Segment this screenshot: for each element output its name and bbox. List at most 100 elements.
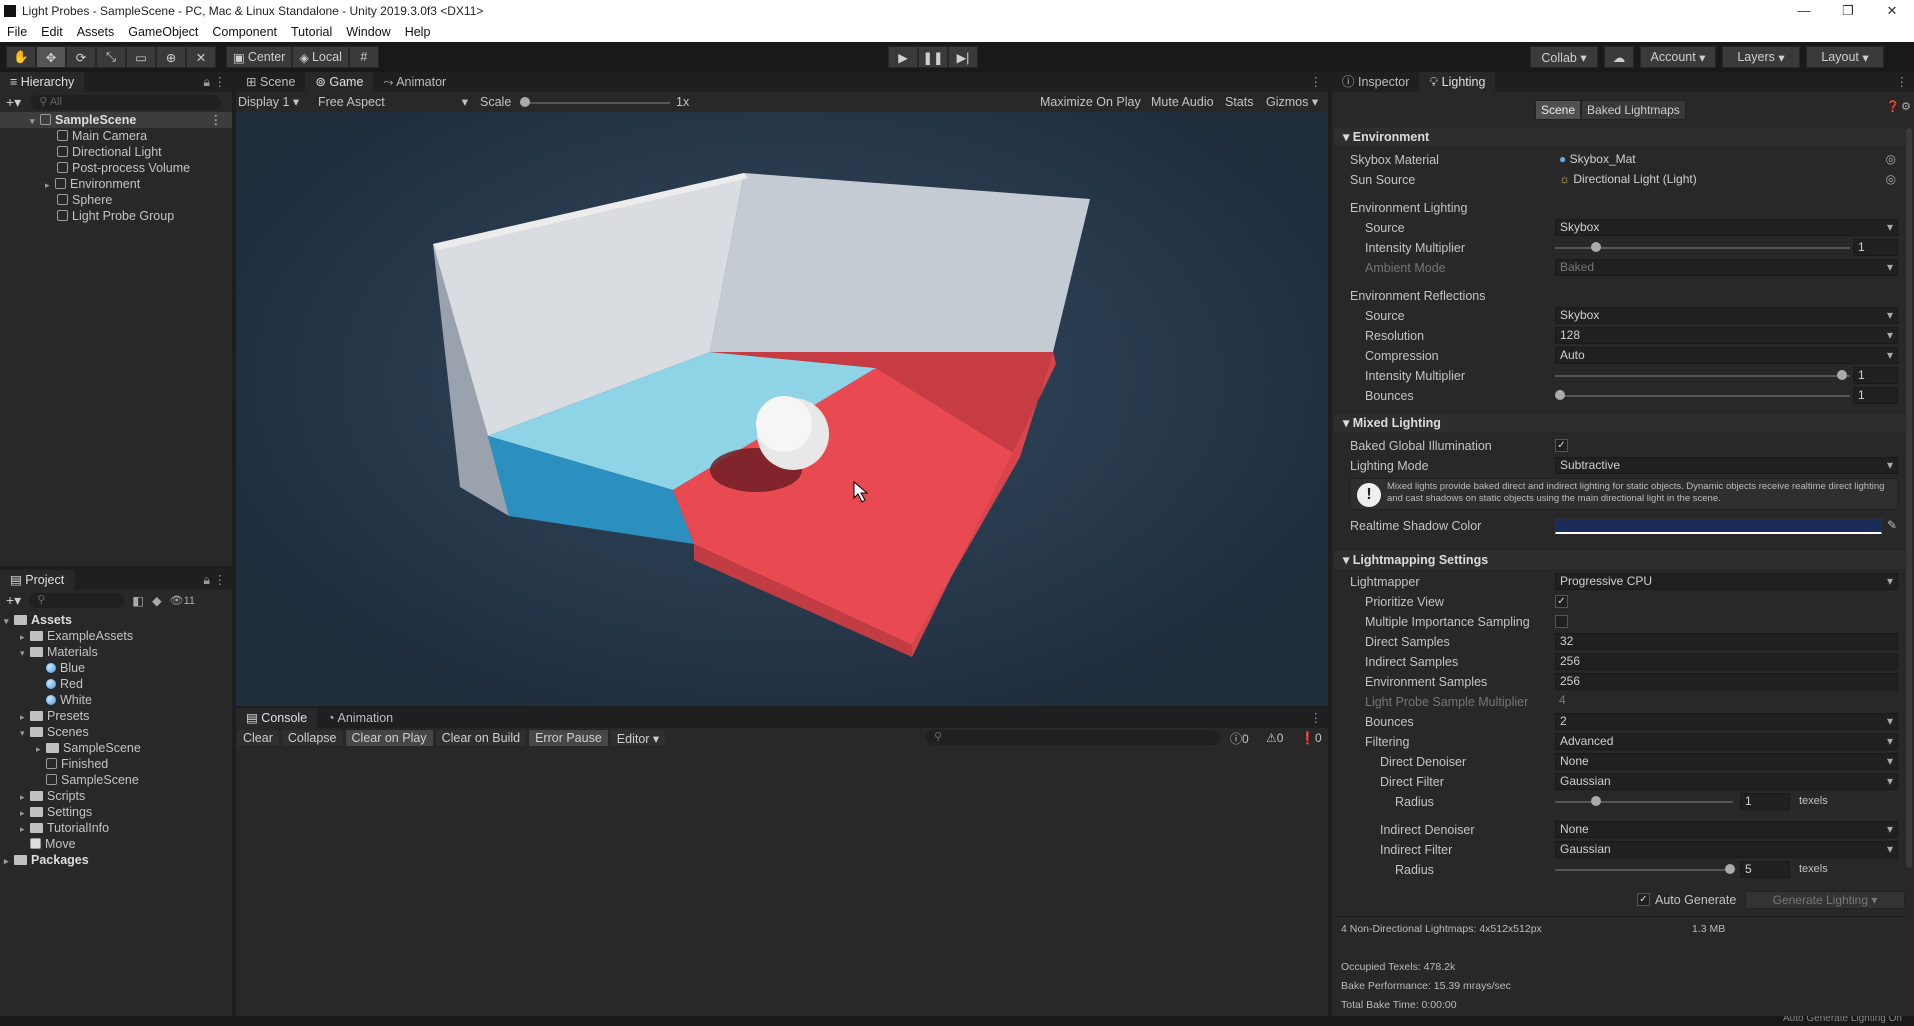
- game-menu-icon[interactable]: ⋮: [1310, 74, 1323, 89]
- expand-arrow-icon[interactable]: ▸: [20, 821, 30, 837]
- project-item[interactable]: Red: [0, 676, 83, 692]
- close-icon[interactable]: ✕: [1870, 0, 1914, 21]
- tab-hierarchy[interactable]: ≡ Hierarchy: [0, 72, 85, 92]
- minimize-icon[interactable]: —: [1782, 0, 1826, 21]
- expand-arrow-icon[interactable]: ▸: [20, 709, 30, 725]
- tab-animator[interactable]: ⤳ Animator: [373, 72, 456, 92]
- pause-button[interactable]: ❚❚: [918, 46, 948, 68]
- aspect-dropdown[interactable]: Free Aspect ▾: [318, 92, 468, 112]
- console-error-pause-button[interactable]: Error Pause: [528, 729, 609, 747]
- hierarchy-search-input[interactable]: ⚲ All: [31, 94, 222, 110]
- lighting-scrollbar[interactable]: [1906, 128, 1912, 868]
- expand-arrow-icon[interactable]: ▸: [20, 789, 30, 805]
- project-item[interactable]: ▸ Scripts: [0, 788, 85, 804]
- project-item[interactable]: ▸ Presets: [0, 708, 89, 724]
- console-warning-count[interactable]: ⚠0: [1266, 731, 1283, 745]
- subtab-scene[interactable]: Scene: [1535, 100, 1582, 120]
- expand-arrow-icon[interactable]: ▸: [4, 853, 14, 869]
- hand-tool-icon[interactable]: ✋: [6, 46, 36, 68]
- project-item[interactable]: ▸ ExampleAssets: [0, 628, 133, 644]
- project-root-assets[interactable]: ▾ Assets: [0, 612, 72, 628]
- menu-component[interactable]: Component: [205, 25, 284, 39]
- menu-edit[interactable]: Edit: [34, 25, 70, 39]
- scale-slider[interactable]: [520, 94, 670, 111]
- tab-scene[interactable]: ⊞ Scene: [236, 72, 305, 92]
- collab-button[interactable]: Collab ▾: [1530, 46, 1598, 68]
- project-item[interactable]: SampleScene: [0, 772, 139, 788]
- expand-arrow-icon[interactable]: ▸: [20, 805, 30, 821]
- project-lock-icon[interactable]: 🔒︎ ⋮: [203, 572, 226, 588]
- console-editor-dropdown[interactable]: Editor ▾: [609, 729, 667, 747]
- play-button[interactable]: ▶: [888, 46, 918, 68]
- hierarchy-item[interactable]: ▸ Environment: [0, 176, 140, 192]
- rect-tool-icon[interactable]: ▭: [126, 46, 156, 68]
- mute-audio-toggle[interactable]: Mute Audio: [1151, 92, 1214, 112]
- console-clear-on-build-button[interactable]: Clear on Build: [434, 729, 528, 747]
- hierarchy-item[interactable]: Main Camera: [0, 128, 147, 144]
- restore-icon[interactable]: ❐: [1826, 0, 1870, 21]
- expand-arrow-icon[interactable]: ▸: [20, 629, 30, 645]
- menu-help[interactable]: Help: [398, 25, 438, 39]
- console-clear-on-play-button[interactable]: Clear on Play: [344, 729, 434, 747]
- hierarchy-scene-row[interactable]: ▾ SampleScene ⋮: [0, 112, 232, 128]
- menu-window[interactable]: Window: [339, 25, 397, 39]
- project-root-packages[interactable]: ▸ Packages: [0, 852, 89, 868]
- project-search-input[interactable]: ⚲: [29, 592, 125, 608]
- hierarchy-item[interactable]: Post-process Volume: [0, 160, 190, 176]
- menu-gameobject[interactable]: GameObject: [121, 25, 205, 39]
- hierarchy-item[interactable]: Light Probe Group: [0, 208, 174, 224]
- expand-arrow-icon[interactable]: ▾: [20, 725, 30, 741]
- expand-arrow-icon[interactable]: ▾: [30, 113, 40, 129]
- cloud-icon[interactable]: ☁: [1604, 46, 1634, 68]
- layers-dropdown[interactable]: Layers ▾: [1722, 46, 1800, 68]
- console-error-count[interactable]: ❗0: [1300, 731, 1322, 745]
- filter-type-icon[interactable]: ◧: [132, 593, 144, 608]
- project-item[interactable]: ▾ Materials: [0, 644, 98, 660]
- hierarchy-item[interactable]: Sphere: [0, 192, 112, 208]
- project-item[interactable]: Finished: [0, 756, 108, 772]
- project-item[interactable]: Blue: [0, 660, 85, 676]
- console-search-input[interactable]: ⚲: [926, 730, 1220, 745]
- maximize-on-play-toggle[interactable]: Maximize On Play: [1040, 92, 1141, 112]
- scene-menu-icon[interactable]: ⋮: [210, 112, 223, 128]
- tab-inspector[interactable]: ⓘ Inspector: [1332, 72, 1419, 92]
- expand-arrow-icon[interactable]: ▾: [4, 613, 14, 629]
- move-tool-icon[interactable]: ✥: [36, 46, 66, 68]
- filter-label-icon[interactable]: ◆: [152, 593, 162, 608]
- menu-file[interactable]: File: [0, 25, 34, 39]
- hidden-packages-icon[interactable]: 👁︎11: [170, 594, 195, 607]
- console-collapse-button[interactable]: Collapse: [280, 729, 344, 747]
- help-icon[interactable]: ❓: [1886, 100, 1900, 113]
- project-create-button[interactable]: +▾: [6, 592, 21, 609]
- menu-tutorial[interactable]: Tutorial: [284, 25, 339, 39]
- tab-console[interactable]: ▤ Console: [236, 708, 318, 728]
- console-menu-icon[interactable]: ⋮: [1310, 710, 1323, 725]
- lighting-menu-icon[interactable]: ⋮: [1896, 74, 1909, 89]
- display-dropdown[interactable]: Display 1 ▾: [238, 92, 299, 112]
- stats-toggle[interactable]: Stats: [1225, 92, 1254, 112]
- project-item[interactable]: White: [0, 692, 92, 708]
- tab-lighting[interactable]: 💡︎ Lighting: [1419, 72, 1496, 92]
- account-dropdown[interactable]: Account ▾: [1640, 46, 1716, 68]
- hierarchy-lock-icon[interactable]: 🔒︎ ⋮: [203, 74, 226, 90]
- pivot-local-button[interactable]: ◈ Local: [292, 46, 349, 68]
- rotate-tool-icon[interactable]: ⟳: [66, 46, 96, 68]
- create-button[interactable]: +▾: [6, 94, 21, 111]
- tab-project[interactable]: ▤ Project: [0, 570, 75, 590]
- expand-arrow-icon[interactable]: ▸: [36, 741, 46, 757]
- project-item[interactable]: ▸ Settings: [0, 804, 92, 820]
- console-log-count[interactable]: ⓘ0: [1230, 730, 1249, 747]
- pivot-center-button[interactable]: ▣ Center: [226, 46, 293, 68]
- project-item[interactable]: Move: [0, 836, 76, 852]
- menu-assets[interactable]: Assets: [70, 25, 122, 39]
- settings-icon[interactable]: ⚙: [1901, 100, 1911, 113]
- game-viewport[interactable]: [236, 112, 1328, 706]
- gizmos-dropdown[interactable]: Gizmos ▾: [1266, 92, 1318, 112]
- custom-tool-icon[interactable]: ✕: [186, 46, 216, 68]
- project-item[interactable]: ▸ SampleScene: [0, 740, 141, 756]
- console-clear-button[interactable]: Clear: [236, 729, 280, 747]
- step-button[interactable]: ▶|: [948, 46, 978, 68]
- tab-game[interactable]: ⊚ Game: [305, 72, 374, 92]
- hierarchy-item[interactable]: Directional Light: [0, 144, 162, 160]
- project-item[interactable]: ▸ TutorialInfo: [0, 820, 109, 836]
